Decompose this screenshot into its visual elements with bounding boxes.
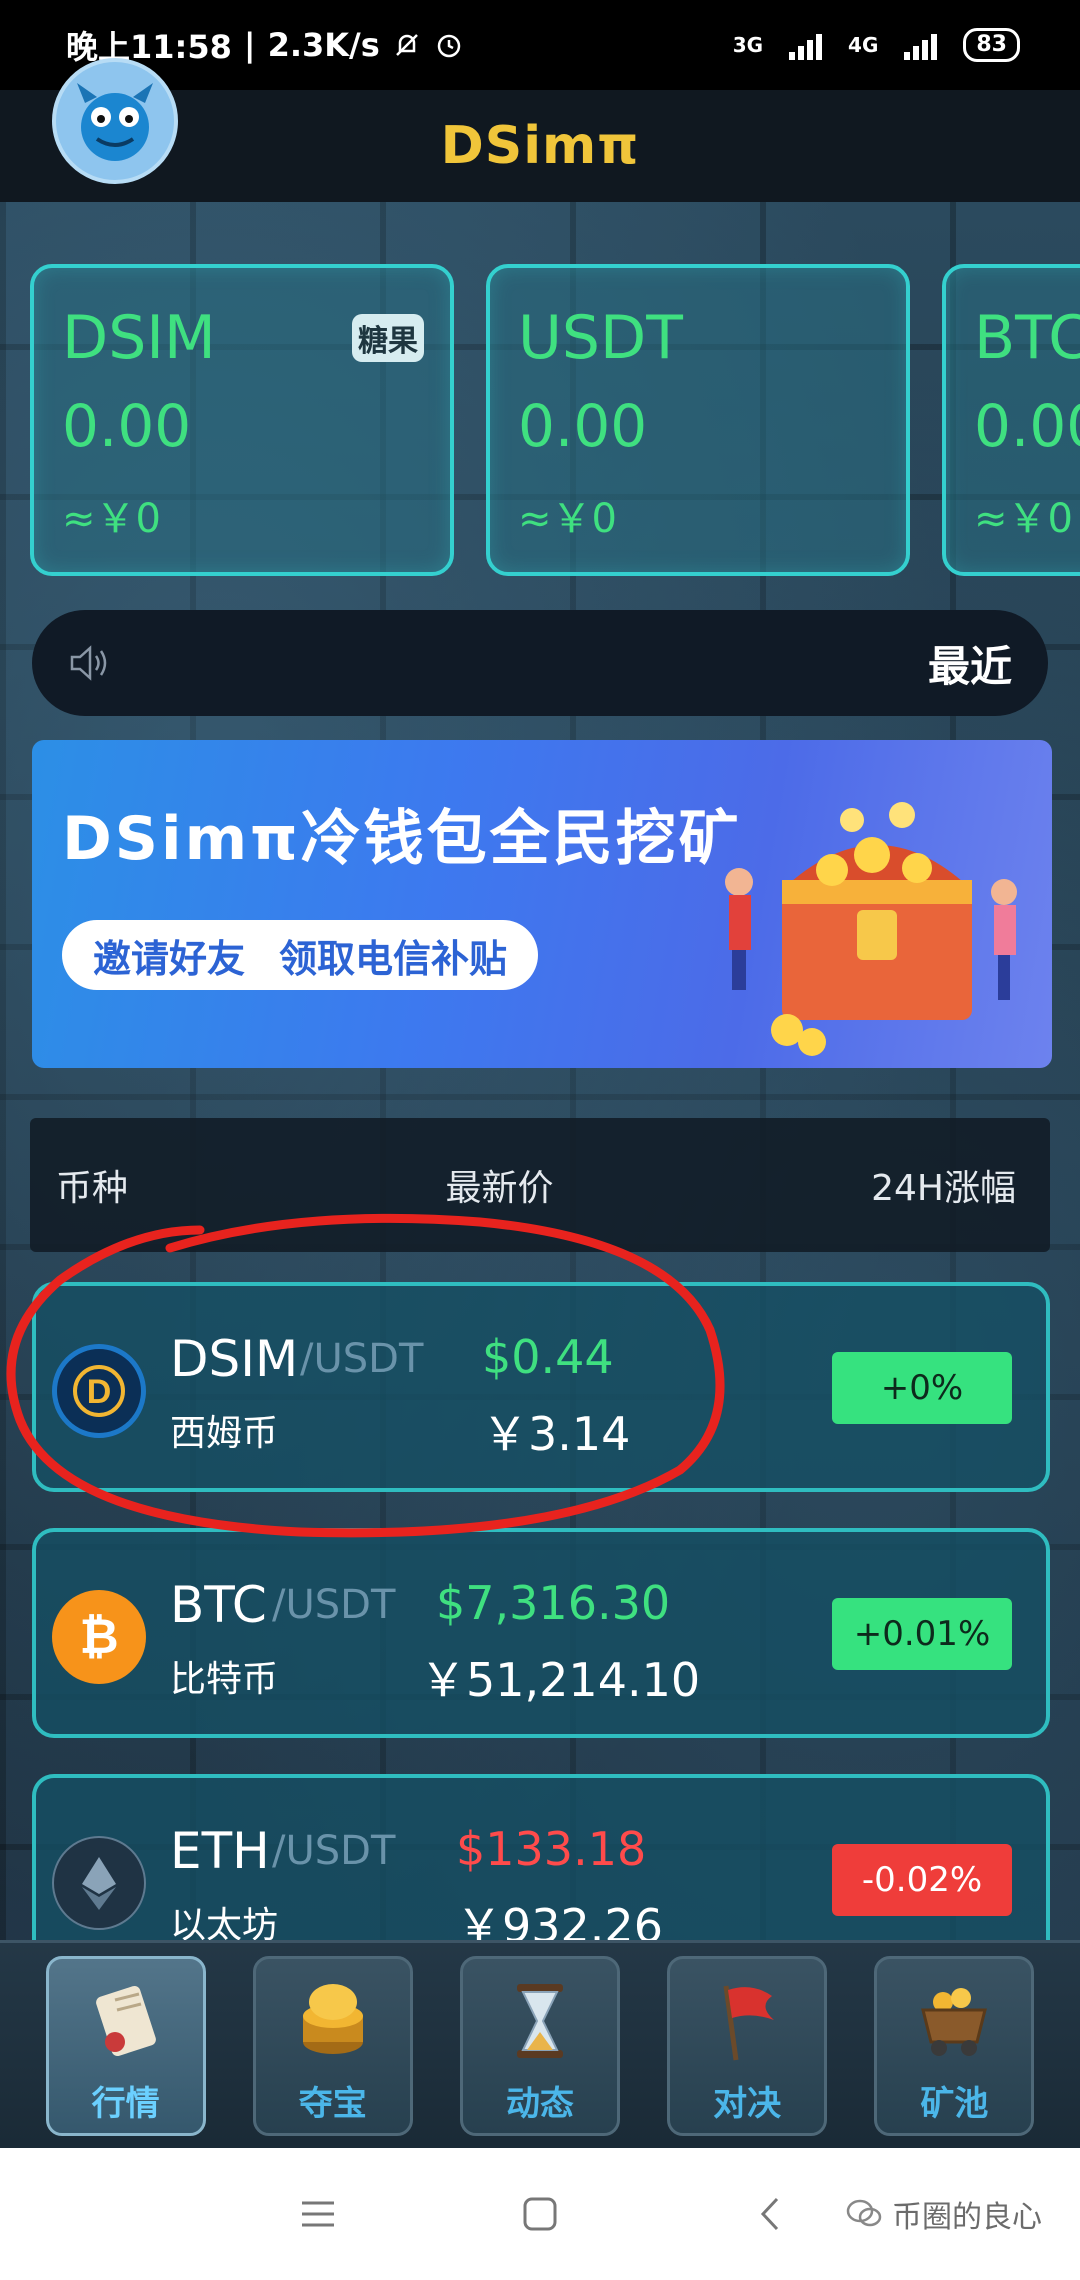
tab-label: 动态	[505, 2083, 574, 2124]
signal-strength-icon	[904, 30, 938, 60]
wallet-cny-value: ≈￥0	[518, 496, 617, 542]
svg-text:D: D	[87, 1373, 112, 1411]
coin-usd-price: $133.18	[456, 1822, 647, 1876]
app-header: DSimπ	[0, 58, 1080, 202]
tab-label: 矿池	[920, 2083, 989, 2124]
column-header-coin: 币种	[56, 1168, 129, 1209]
coin-quote-pair: /USDT	[272, 1828, 396, 1874]
coin-cny-price: ￥51,214.10	[420, 1653, 701, 1707]
wallet-amount: 0.00	[518, 392, 648, 460]
network-3g-label: 3G	[732, 33, 764, 57]
banner-title: DSimπ冷钱包全民挖矿	[62, 804, 742, 874]
network-4g-label: 4G	[848, 33, 879, 57]
bell-muted-icon	[395, 34, 418, 56]
column-header-price: 最新价	[445, 1168, 554, 1209]
wallet-symbol: BTC	[974, 303, 1080, 373]
coin-cny-price: ￥3.14	[482, 1407, 631, 1461]
coin-name: 西姆币	[170, 1413, 279, 1454]
change-badge: -0.02%	[832, 1844, 1012, 1916]
tab-label: 对决	[713, 2083, 782, 2124]
wallet-cny-value: ≈￥0	[974, 496, 1073, 542]
tab-mining-pool[interactable]: 矿池	[874, 1955, 1035, 2136]
svg-text:₿: ₿	[79, 1611, 118, 1664]
flag-icon	[723, 1985, 775, 2060]
tab-market[interactable]: 行情	[45, 1955, 206, 2136]
wallet-amount: 0.00	[974, 392, 1080, 460]
coin-usd-price: $7,316.30	[436, 1576, 671, 1630]
tab-battle[interactable]: 对决	[667, 1955, 828, 2136]
mine-cart-icon	[921, 1987, 988, 2056]
status-speed: 2.3K/s	[267, 26, 380, 64]
tab-treasure[interactable]: 夺宝	[252, 1955, 413, 2136]
status-right: 3G 4G 83	[733, 28, 1020, 62]
coin-symbol: ETH	[170, 1822, 270, 1880]
bitcoin-icon: ₿	[52, 1590, 146, 1684]
coin-usd-price: $0.44	[482, 1330, 614, 1384]
ethereum-icon	[52, 1836, 146, 1930]
wallet-carousel[interactable]: DSIM 糖果 0.00 ≈￥0 USDT 0.00 ≈￥0 BTC 0.00 …	[30, 264, 1080, 576]
coin-quote-pair: /USDT	[272, 1582, 396, 1628]
market-table-header: 币种 最新价 24H涨幅	[30, 1118, 1050, 1252]
scroll-icon	[95, 1985, 156, 2056]
hourglass-icon	[516, 1983, 563, 2058]
tab-label: 行情	[91, 2083, 160, 2124]
change-badge: +0%	[832, 1352, 1012, 1424]
telecom-subsidy-label: 领取电信补贴	[279, 936, 508, 981]
status-time: 晚上11:58	[66, 28, 232, 66]
change-badge: +0.01%	[832, 1598, 1012, 1670]
battery-indicator: 83	[963, 28, 1020, 62]
watermark-text: 币圈的良心	[892, 2200, 1042, 2235]
home-icon[interactable]	[514, 2188, 566, 2240]
back-icon[interactable]	[744, 2188, 796, 2240]
coin-symbol: DSIM	[170, 1330, 299, 1388]
column-header-change: 24H涨幅	[871, 1168, 1016, 1209]
coin-quote-pair: /USDT	[300, 1336, 424, 1382]
table-row-btc[interactable]: ₿ BTC /USDT 比特币 $7,316.30 ￥51,214.10 +0.…	[32, 1528, 1050, 1738]
bottom-tab-bar: 行情 夺宝 动态 对决 矿池	[0, 1940, 1080, 2148]
tab-label: 夺宝	[298, 2083, 367, 2124]
app-title: DSimπ	[440, 116, 640, 176]
recent-label[interactable]: 最近	[928, 633, 1012, 694]
signal-strength-icon	[789, 30, 823, 60]
speaker-icon	[70, 645, 107, 681]
wallet-card-btc[interactable]: BTC 0.00 ≈￥0	[942, 264, 1080, 576]
watermark: 币圈的良心	[846, 2192, 1042, 2236]
status-separator: |	[243, 26, 256, 64]
tab-feed[interactable]: 动态	[459, 1955, 620, 2136]
dsim-coin-icon: D	[52, 1344, 146, 1438]
invite-friends-label: 邀请好友	[92, 936, 245, 981]
wallet-card-dsim[interactable]: DSIM 糖果 0.00 ≈￥0	[30, 264, 454, 576]
alarm-icon	[437, 34, 461, 58]
menu-icon[interactable]	[292, 2188, 344, 2240]
coin-name: 比特币	[170, 1659, 279, 1700]
coin-symbol: BTC	[170, 1576, 267, 1634]
wallet-amount: 0.00	[62, 392, 192, 460]
candy-badge: 糖果	[352, 314, 424, 362]
wallet-card-usdt[interactable]: USDT 0.00 ≈￥0	[486, 264, 910, 576]
banner-invite-pill[interactable]: 邀请好友 领取电信补贴	[62, 920, 538, 990]
avatar[interactable]	[52, 58, 178, 184]
notice-bar[interactable]: 最近	[32, 610, 1048, 716]
table-row-eth[interactable]: ETH /USDT 以太坊 $133.18 ￥932.26 -0.02%	[32, 1774, 1050, 1953]
table-row-dsim[interactable]: D DSIM /USDT 西姆币 $0.44 ￥3.14 +0%	[32, 1282, 1050, 1492]
promo-banner[interactable]: DSimπ冷钱包全民挖矿 邀请好友 领取电信补贴	[32, 740, 1052, 1068]
coin-stack-icon	[302, 1983, 363, 2054]
wallet-cny-value: ≈￥0	[62, 496, 161, 542]
system-navigation-bar: 币圈的良心	[0, 2148, 1080, 2280]
treasure-chest-icon	[725, 802, 1017, 1056]
wallet-symbol: USDT	[518, 303, 683, 373]
monster-avatar-icon	[77, 83, 153, 161]
wechat-icon	[846, 2199, 882, 2227]
